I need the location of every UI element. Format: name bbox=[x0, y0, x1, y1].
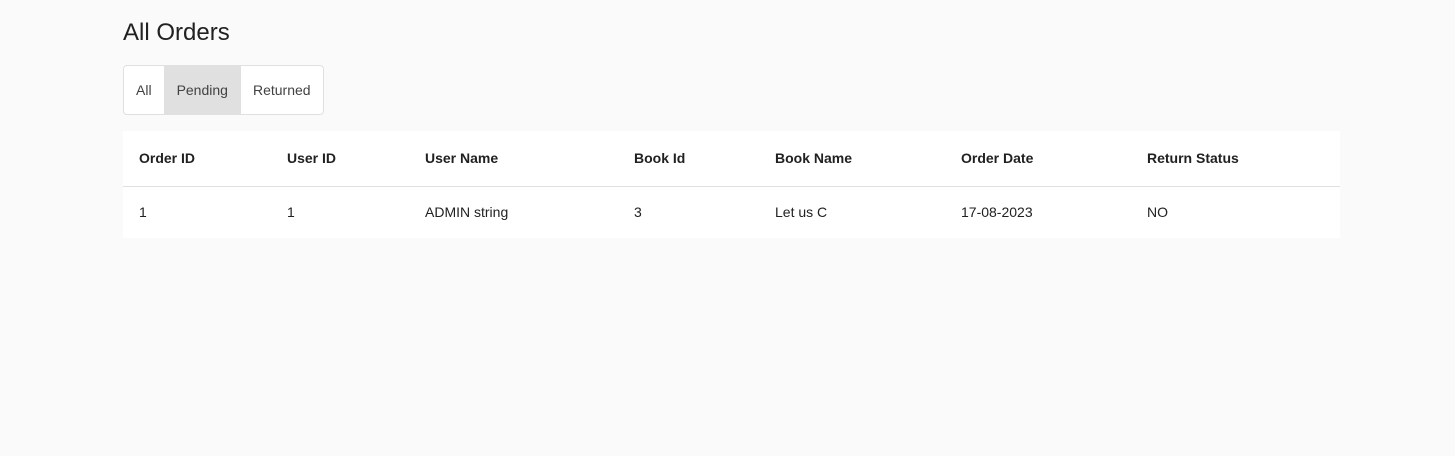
orders-table-container: Order ID User ID User Name Book Id Book … bbox=[123, 131, 1340, 238]
orders-table: Order ID User ID User Name Book Id Book … bbox=[123, 131, 1340, 238]
page-title: All Orders bbox=[123, 19, 230, 46]
cell-user-name: ADMIN string bbox=[425, 204, 509, 221]
cell-order-id: 1 bbox=[139, 204, 147, 221]
column-header-book-name: Book Name bbox=[759, 131, 945, 187]
filter-pending-button[interactable]: Pending bbox=[163, 66, 240, 114]
filter-all-button[interactable]: All bbox=[124, 66, 164, 114]
page: All Orders All Pending Returned Order ID… bbox=[0, 0, 1455, 456]
column-header-user-id: User ID bbox=[271, 131, 409, 187]
cell-return-status: NO bbox=[1147, 204, 1168, 221]
cell-book-name: Let us C bbox=[775, 204, 828, 221]
table-row[interactable]: 1 1 ADMIN string 3 Let us C 17-08-2023 N… bbox=[123, 186, 1340, 238]
column-header-order-date: Order Date bbox=[945, 131, 1131, 187]
table-header-row: Order ID User ID User Name Book Id Book … bbox=[123, 131, 1340, 187]
status-filter-toggle-group: All Pending Returned bbox=[123, 65, 324, 115]
column-header-book-id: Book Id bbox=[618, 131, 759, 187]
filter-returned-button[interactable]: Returned bbox=[239, 66, 323, 114]
cell-book-id: 3 bbox=[634, 204, 642, 221]
column-header-return-status: Return Status bbox=[1131, 131, 1340, 187]
column-header-user-name: User Name bbox=[409, 131, 618, 187]
cell-order-date: 17-08-2023 bbox=[961, 204, 1033, 221]
cell-user-id: 1 bbox=[287, 204, 295, 221]
column-header-order-id: Order ID bbox=[123, 131, 271, 187]
